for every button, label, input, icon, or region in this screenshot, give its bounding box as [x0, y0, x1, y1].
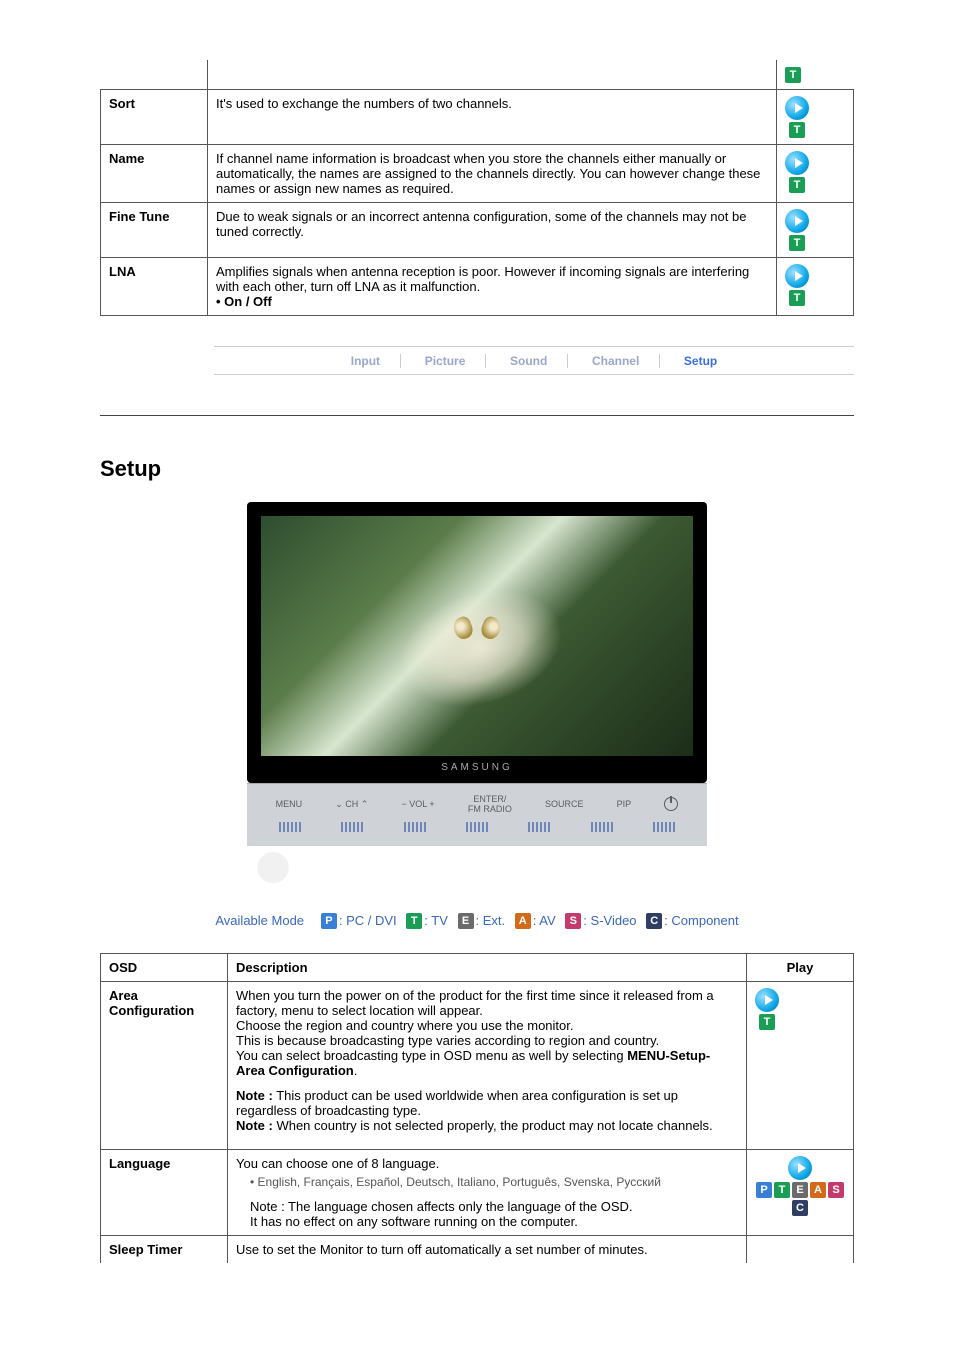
mode-chip-t-icon: T [759, 1014, 775, 1030]
play-icon[interactable] [788, 1156, 812, 1180]
play-icon[interactable] [785, 96, 809, 120]
mode-chip-c-icon: C [792, 1200, 808, 1216]
tv-btn-enter[interactable]: ENTER/ FM RADIO [468, 794, 512, 814]
speaker-grille-icon [653, 822, 675, 832]
play-icon[interactable] [785, 209, 809, 233]
tab-input[interactable]: Input [331, 354, 401, 368]
speaker-grille-icon [528, 822, 550, 832]
tv-btn-pip[interactable]: PIP [617, 799, 632, 809]
tab-setup[interactable]: Setup [664, 354, 737, 368]
label-name: Name [101, 145, 208, 203]
label-area-configuration: Area Configuration [101, 981, 228, 1149]
tv-brand-label: SAMSUNG [261, 756, 693, 775]
speaker-grille-icon [466, 822, 488, 832]
play-icon[interactable] [785, 264, 809, 288]
mode-chip-t-icon: T [789, 177, 805, 193]
desc-fine-tune: Due to weak signals or an incorrect ante… [208, 203, 777, 258]
mode-chip-t-icon: T [774, 1182, 790, 1198]
mode-chip-t-icon: T [789, 290, 805, 306]
header-play: Play [747, 953, 854, 981]
setup-settings-table: OSD Description Play Area Configuration … [100, 953, 854, 1263]
mode-chip-p-icon: P [756, 1182, 772, 1198]
label-sort: Sort [101, 90, 208, 145]
speaker-grille-icon [279, 822, 301, 832]
desc-name: If channel name information is broadcast… [208, 145, 777, 203]
label-language: Language [101, 1149, 228, 1235]
desc-sort: It's used to exchange the numbers of two… [208, 90, 777, 145]
channel-settings-table: T Sort It's used to exchange the numbers… [100, 60, 854, 316]
mode-chip-t-icon: T [785, 67, 801, 83]
tab-picture[interactable]: Picture [405, 354, 487, 368]
desc-area-configuration: When you turn the power on of the produc… [228, 981, 747, 1149]
mode-chip-a-icon: A [810, 1182, 826, 1198]
section-tabs: Input Picture Sound Channel Setup [214, 346, 854, 375]
row-lna: LNA Amplifies signals when antenna recep… [101, 258, 854, 316]
header-osd: OSD [101, 953, 228, 981]
tv-btn-ch[interactable]: ⌄ CH ⌃ [335, 799, 368, 810]
header-description: Description [228, 953, 747, 981]
tv-screen [261, 516, 693, 756]
row-sleep-timer: Sleep Timer Use to set the Monitor to tu… [101, 1235, 854, 1263]
row-name: Name If channel name information is broa… [101, 145, 854, 203]
row-area-configuration: Area Configuration When you turn the pow… [101, 981, 854, 1149]
mode-chip-e-icon: E [458, 913, 474, 929]
row-language: Language You can choose one of 8 languag… [101, 1149, 854, 1235]
row-fine-tune: Fine Tune Due to weak signals or an inco… [101, 203, 854, 258]
tv-btn-source[interactable]: SOURCE [545, 799, 584, 809]
section-title: Setup [100, 456, 854, 482]
label-sleep-timer: Sleep Timer [101, 1235, 228, 1263]
mode-chip-t-icon: T [789, 235, 805, 251]
desc-lna: Amplifies signals when antenna reception… [208, 258, 777, 316]
desc-sleep-timer: Use to set the Monitor to turn off autom… [228, 1235, 747, 1263]
speaker-grille-icon [591, 822, 613, 832]
tab-sound[interactable]: Sound [490, 354, 568, 368]
mode-chip-a-icon: A [515, 913, 531, 929]
tv-btn-menu[interactable]: MENU [276, 799, 303, 809]
hand-pointer-icon [251, 850, 295, 894]
speaker-grille-icon [341, 822, 363, 832]
divider [100, 415, 854, 416]
tab-channel[interactable]: Channel [572, 354, 660, 368]
available-mode-legend: Available Mode P: PC / DVI T: TV E: Ext.… [100, 912, 854, 929]
product-illustration: SAMSUNG MENU ⌄ CH ⌃ − VOL + ENTER/ FM RA… [247, 502, 707, 894]
tv-btn-vol[interactable]: − VOL + [401, 799, 434, 809]
desc-language: You can choose one of 8 language. • Engl… [228, 1149, 747, 1235]
speaker-grille-icon [404, 822, 426, 832]
mode-chip-t-icon: T [406, 913, 422, 929]
label-fine-tune: Fine Tune [101, 203, 208, 258]
mode-chip-s-icon: S [828, 1182, 844, 1198]
mode-chip-e-icon: E [792, 1182, 808, 1198]
mode-chip-p-icon: P [321, 913, 337, 929]
mode-chip-s-icon: S [565, 913, 581, 929]
row-sort: Sort It's used to exchange the numbers o… [101, 90, 854, 145]
mode-chip-c-icon: C [646, 913, 662, 929]
label-lna: LNA [101, 258, 208, 316]
power-icon[interactable] [664, 797, 678, 811]
play-icon[interactable] [755, 988, 779, 1012]
mode-chip-t-icon: T [789, 122, 805, 138]
play-icon[interactable] [785, 151, 809, 175]
